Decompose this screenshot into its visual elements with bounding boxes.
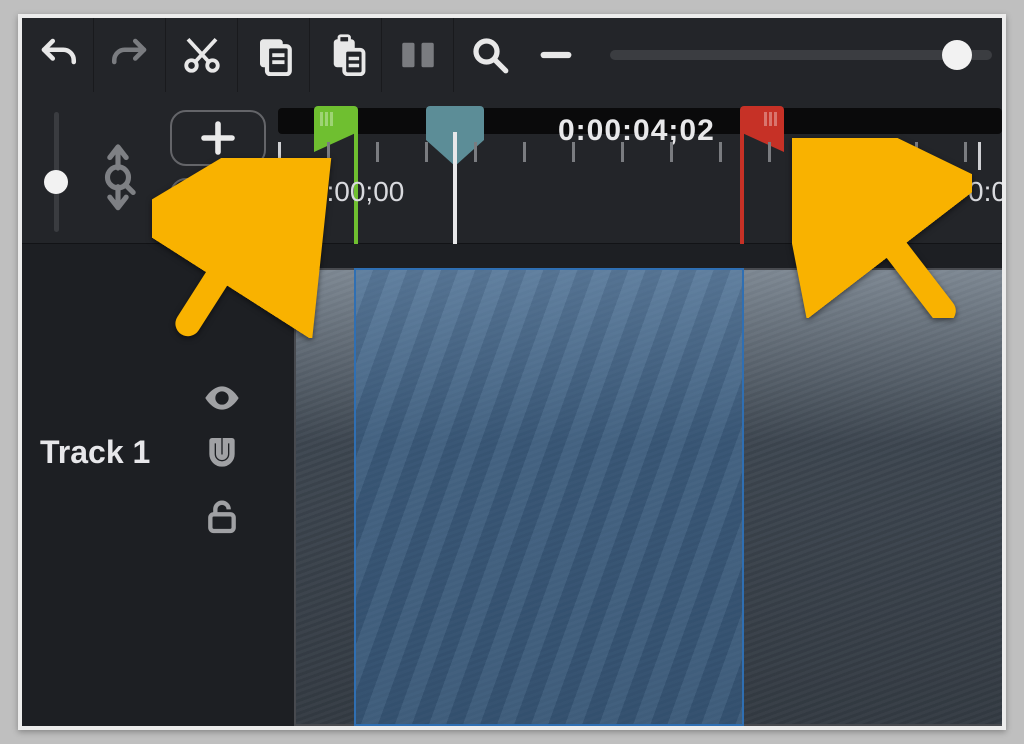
ruler-label-zero: 0:00:00;00 (272, 176, 404, 208)
track-lane[interactable] (278, 244, 1002, 726)
copy-button[interactable] (238, 18, 310, 92)
cut-button[interactable] (166, 18, 238, 92)
timeline-ruler[interactable]: 0:00:04;02 (278, 92, 1002, 244)
track-label: Track 1 (40, 434, 150, 471)
track-header: Track 1 (22, 244, 278, 726)
split-button[interactable] (382, 18, 454, 92)
snap-toggle[interactable] (202, 434, 242, 474)
lock-toggle[interactable] (202, 496, 242, 536)
ruler-label-next: 0:0 (968, 176, 1006, 208)
undo-button[interactable] (22, 18, 94, 92)
edit-toolbar (22, 18, 1002, 92)
in-marker[interactable] (314, 106, 358, 132)
timeline-header-row: 0:00:04;02 (22, 92, 1002, 244)
zoom-slider[interactable] (610, 46, 992, 64)
zoom-out-button[interactable] (526, 18, 586, 92)
expand-tracks-button[interactable] (170, 178, 266, 234)
zoom-icon (454, 18, 526, 92)
ruler-ticks (278, 142, 1002, 170)
track-height-slider[interactable] (32, 122, 78, 222)
out-marker[interactable] (740, 106, 784, 132)
visibility-toggle[interactable] (202, 378, 242, 418)
zoom-fit-icon[interactable] (90, 140, 146, 204)
add-track-button[interactable] (170, 110, 266, 166)
timeline-left-controls (22, 92, 278, 244)
timeline-editor: 0:00:04;02 (18, 14, 1006, 730)
selection-region[interactable] (354, 268, 744, 726)
redo-button[interactable] (94, 18, 166, 92)
tracks-area: Track 1 (22, 244, 1002, 726)
paste-button[interactable] (310, 18, 382, 92)
